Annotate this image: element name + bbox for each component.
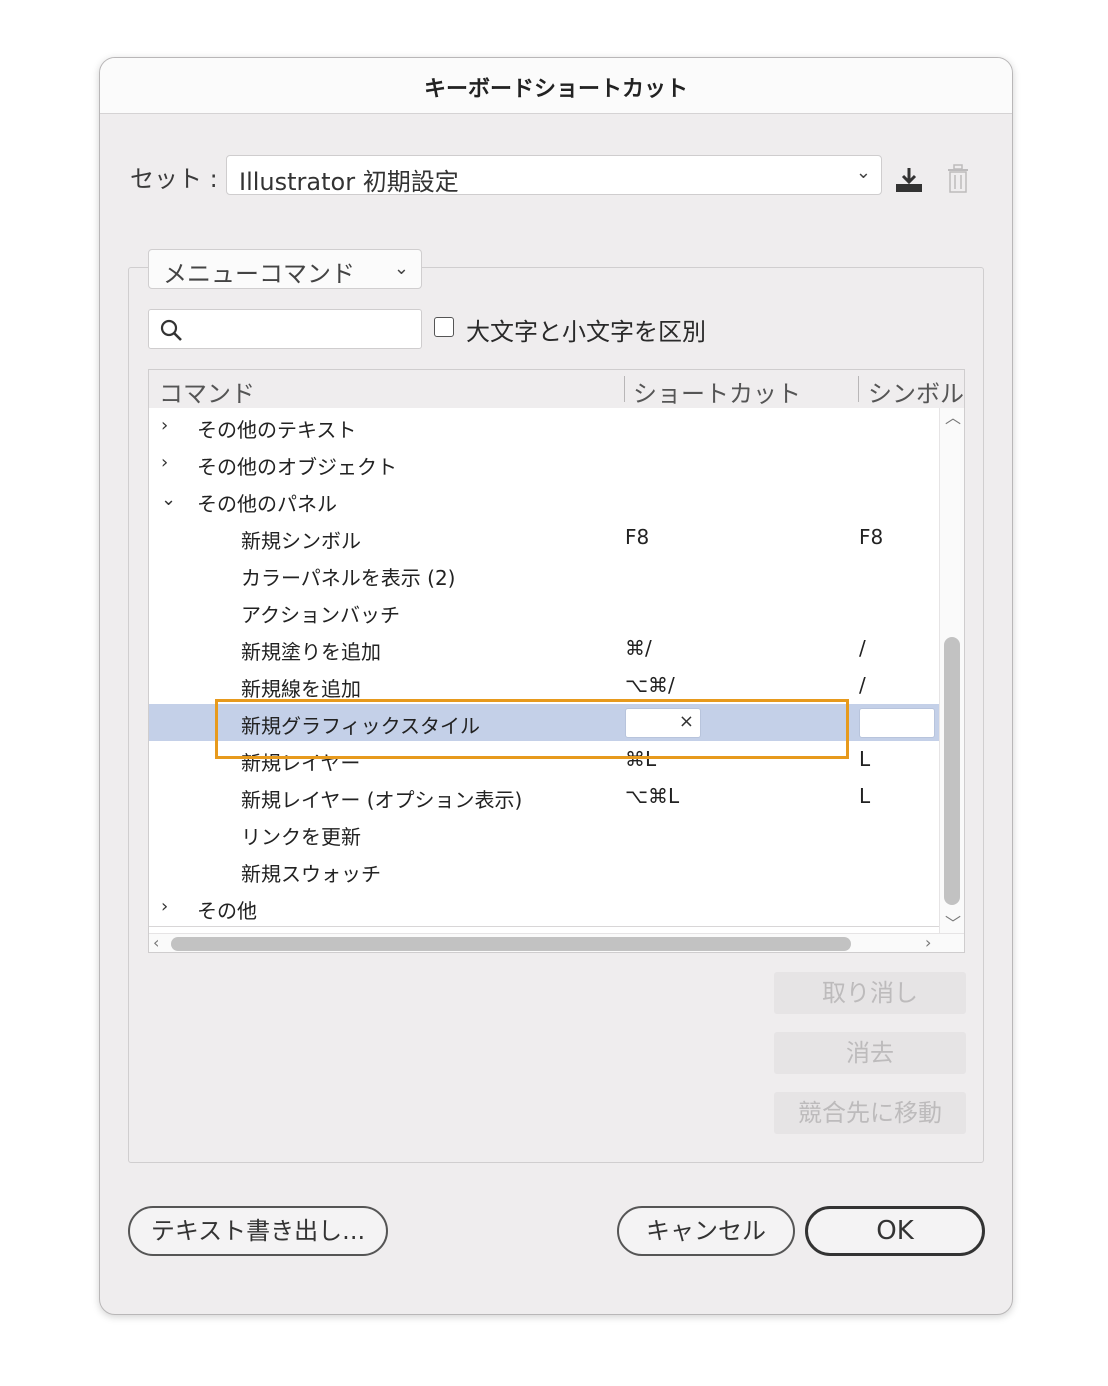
set-select-value: Illustrator 初期設定 <box>239 168 459 196</box>
column-header-shortcut[interactable]: ショートカット <box>633 374 801 409</box>
command-cell: その他のテキスト <box>197 418 357 442</box>
command-cell: カラーパネルを表示 (2) <box>241 566 456 590</box>
shortcut-cell: ⌘/ <box>625 636 652 660</box>
shortcut-cell: ⌥⌘/ <box>625 673 675 697</box>
clear-shortcut-icon[interactable]: × <box>679 711 694 732</box>
case-sensitive-checkbox[interactable] <box>434 317 454 337</box>
table-row[interactable]: 新規グラフィックスタイル × <box>149 704 939 742</box>
command-cell: リンクを更新 <box>241 825 361 849</box>
dialog-title: キーボードショートカット <box>423 77 688 102</box>
keyboard-shortcuts-dialog: キーボードショートカット セット : Illustrator 初期設定 ⌄ メニ… <box>99 57 1013 1315</box>
case-sensitive-label: 大文字と小文字を区別 <box>466 318 706 346</box>
go-to-conflict-button[interactable]: 競合先に移動 <box>774 1092 966 1134</box>
table-row[interactable]: 新規レイヤー ⌘L L <box>149 741 939 779</box>
shortcut-cell: ⌥⌘L <box>625 784 680 808</box>
cancel-button[interactable]: キャンセル <box>617 1206 795 1256</box>
shortcut-cell: F8 <box>625 525 650 549</box>
title-bar: キーボードショートカット <box>100 58 1012 114</box>
chevron-down-icon[interactable]: ⌄ <box>161 489 176 510</box>
shortcut-cell: ⌘L <box>625 747 657 771</box>
vertical-scroll-thumb[interactable] <box>944 637 960 905</box>
table-header: コマンド ショートカット シンボル <box>149 370 964 409</box>
table-row[interactable]: ⌄ その他のパネル <box>149 482 939 520</box>
table-row[interactable]: リンクを更新 <box>149 815 939 853</box>
trash-icon[interactable] <box>946 164 970 194</box>
table-row[interactable]: › その他のテキスト <box>149 408 939 446</box>
shortcut-edit-field[interactable]: × <box>625 708 701 738</box>
command-type-value: メニューコマンド <box>163 260 355 288</box>
symbol-cell: F8 <box>859 525 884 549</box>
symbol-cell: / <box>859 636 866 660</box>
table-row[interactable]: 新規レイヤー (オプション表示) ⌥⌘L L <box>149 778 939 816</box>
set-label: セット : <box>130 165 218 193</box>
symbol-cell: / <box>859 673 866 697</box>
table-row[interactable]: 新規スウォッチ <box>149 852 939 890</box>
symbol-cell: L <box>859 747 871 771</box>
download-icon[interactable] <box>894 166 924 194</box>
column-divider[interactable] <box>624 376 625 402</box>
table-row[interactable]: 新規線を追加 ⌥⌘/ / <box>149 667 939 705</box>
command-cell: 新規シンボル <box>241 529 361 553</box>
symbol-cell: L <box>859 784 871 808</box>
search-icon <box>160 319 182 341</box>
symbol-edit-field[interactable] <box>859 708 935 738</box>
horizontal-scroll-thumb[interactable] <box>171 937 851 951</box>
chevron-right-icon[interactable]: › <box>161 896 168 917</box>
command-cell: 新規線を追加 <box>241 677 361 701</box>
table-row[interactable]: › その他 <box>149 889 939 927</box>
command-cell: その他のパネル <box>197 492 337 516</box>
ok-button[interactable]: OK <box>805 1206 985 1256</box>
scroll-left-icon[interactable]: ‹ <box>153 933 159 952</box>
command-cell: 新規レイヤー <box>241 751 361 775</box>
horizontal-scrollbar[interactable]: ‹ › <box>149 933 964 952</box>
scroll-down-icon[interactable]: ﹀ <box>945 910 961 934</box>
chevron-down-icon: ⌄ <box>855 162 871 183</box>
column-divider[interactable] <box>858 376 859 402</box>
column-header-command[interactable]: コマンド <box>159 374 255 409</box>
command-cell: その他のオブジェクト <box>197 455 397 479</box>
command-type-select[interactable]: メニューコマンド ⌄ <box>148 249 422 289</box>
command-cell: アクションバッチ <box>241 603 400 627</box>
command-cell: その他 <box>197 899 257 923</box>
shortcut-table: コマンド ショートカット シンボル › その他のテキスト › その他のオブジェクト ⌄ そ… <box>148 369 965 953</box>
table-row[interactable]: カラーパネルを表示 (2) <box>149 556 939 594</box>
chevron-right-icon[interactable]: › <box>161 452 168 473</box>
table-row[interactable]: アクションバッチ <box>149 593 939 631</box>
chevron-down-icon: ⌄ <box>393 258 409 279</box>
set-select[interactable]: Illustrator 初期設定 ⌄ <box>226 155 882 196</box>
scroll-up-icon[interactable]: ︿ <box>945 404 961 428</box>
table-row[interactable]: 新規シンボル F8 F8 <box>149 519 939 557</box>
command-cell: 新規レイヤー (オプション表示) <box>241 788 523 812</box>
command-cell: 新規グラフィックスタイル <box>241 714 480 738</box>
table-row[interactable]: 新規塗りを追加 ⌘/ / <box>149 630 939 668</box>
clear-button[interactable]: 消去 <box>774 1032 966 1074</box>
undo-button[interactable]: 取り消し <box>774 972 966 1014</box>
chevron-right-icon[interactable]: › <box>161 415 168 436</box>
table-row[interactable]: › その他のオブジェクト <box>149 445 939 483</box>
search-input[interactable] <box>148 309 422 349</box>
scroll-right-icon[interactable]: › <box>925 933 931 952</box>
command-cell: 新規塗りを追加 <box>241 640 381 664</box>
export-text-button[interactable]: テキスト書き出し... <box>128 1206 388 1256</box>
command-cell: 新規スウォッチ <box>241 862 381 886</box>
vertical-scrollbar[interactable]: ︿ ﹀ <box>939 408 964 934</box>
